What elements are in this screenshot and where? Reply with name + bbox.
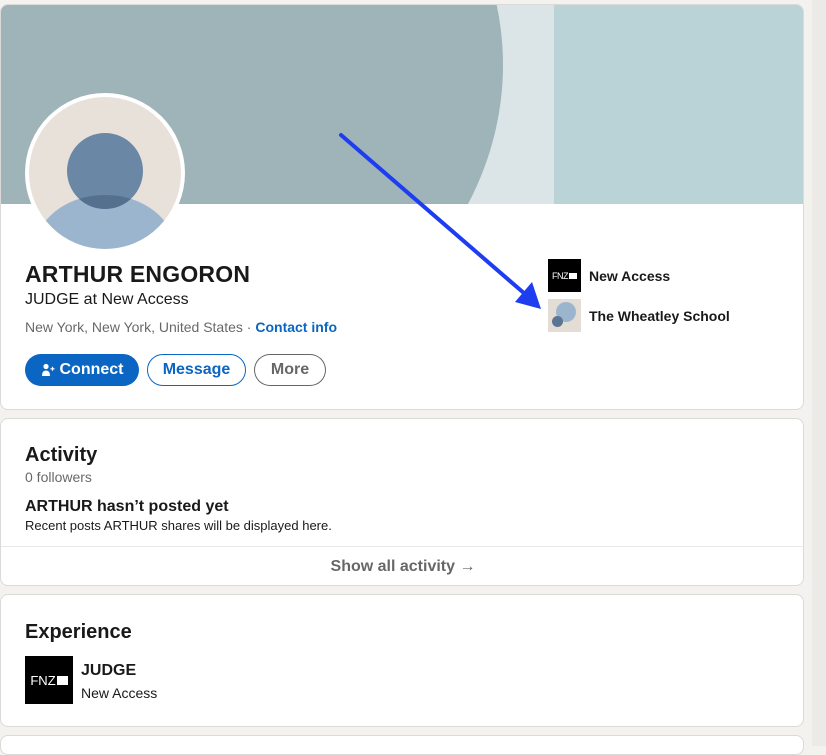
location-separator: · (246, 319, 252, 335)
connect-button[interactable]: Connect (25, 354, 139, 386)
connect-label: Connect (59, 361, 124, 378)
profile-card: ARTHUR ENGORON JUDGE at New Access New Y… (0, 4, 804, 410)
message-label: Message (162, 361, 231, 378)
profile-name: ARTHUR ENGORON (25, 261, 251, 287)
contact-info-link[interactable]: Contact info (255, 319, 337, 335)
add-person-icon (41, 363, 54, 376)
org-name: The Wheatley School (589, 307, 730, 324)
banner-right-panel (554, 5, 803, 204)
org-new-access[interactable]: FNZ New Access (548, 259, 670, 292)
profile-location-line: New York, New York, United States · Cont… (25, 319, 337, 335)
org-name: New Access (589, 267, 671, 284)
profile-avatar[interactable] (25, 93, 185, 253)
experience-organization: New Access (81, 685, 158, 701)
experience-card: Experience FNZ JUDGE New Access (0, 594, 804, 727)
experience-title: Experience (25, 621, 132, 643)
fnz-logo: FNZ (548, 259, 581, 292)
avatar-placeholder-icon (29, 97, 181, 249)
no-posts-subtitle: Recent posts ARTHUR shares will be displ… (25, 518, 332, 533)
fnz-logo[interactable]: FNZ (25, 656, 73, 704)
no-posts-title: ARTHUR hasn’t posted yet (25, 498, 229, 515)
activity-title: Activity (25, 444, 98, 466)
followers-count[interactable]: 0 followers (25, 469, 92, 485)
next-section-card (0, 735, 804, 755)
message-button[interactable]: Message (147, 354, 246, 386)
more-label: More (270, 361, 310, 378)
org-wheatley-school[interactable]: The Wheatley School (548, 299, 730, 332)
show-all-activity-button[interactable]: Show all activity → (1, 547, 803, 585)
school-logo (548, 299, 581, 332)
more-button[interactable]: More (254, 354, 326, 386)
profile-headline: JUDGE at New Access (25, 291, 189, 308)
experience-role: JUDGE (81, 662, 137, 679)
page-scroll-gutter (812, 0, 826, 746)
profile-location: New York, New York, United States (25, 319, 243, 335)
activity-card: Activity 0 followers ARTHUR hasn’t poste… (0, 418, 804, 586)
